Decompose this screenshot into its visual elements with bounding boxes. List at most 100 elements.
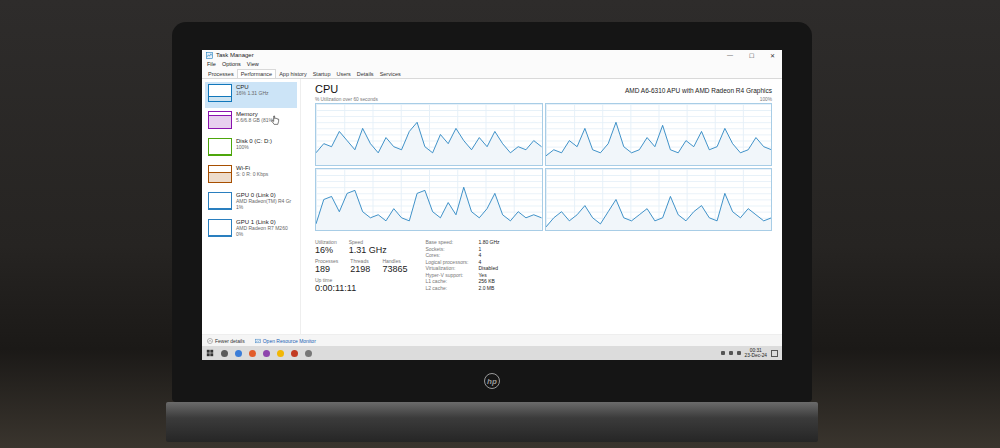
stat-label: Utilization <box>315 239 337 245</box>
sidebar-item-detail: AMD Radeon R7 M260 <box>236 225 288 231</box>
thumbnail-graph <box>208 165 232 183</box>
title-text: Task Manager <box>216 52 254 58</box>
thumbnail-graph <box>208 219 232 237</box>
sidebar-item-detail: 5.6/6.8 GB (81%) <box>236 117 275 123</box>
stat: Utilization 16% <box>315 239 337 255</box>
sidebar-item-detail: S: 0 R: 0 Kbps <box>236 171 268 177</box>
stat-value: 16% <box>315 245 337 255</box>
panel-header: CPU AMD A6-6310 APU with AMD Radeon R4 G… <box>315 83 772 95</box>
taskbar-app-icon[interactable] <box>249 350 256 357</box>
taskbar-app-icon[interactable] <box>277 350 284 357</box>
chevron-up-icon <box>207 338 213 344</box>
stat-label: Handles <box>382 258 407 264</box>
thumbnail-fill <box>209 172 231 182</box>
resource-monitor-link[interactable]: Open Resource Monitor <box>255 338 316 344</box>
taskbar-app-icon[interactable] <box>263 350 270 357</box>
window-control-button[interactable]: ✕ <box>767 52 778 59</box>
core-line <box>316 187 542 224</box>
taskbar-app-icon[interactable] <box>291 350 298 357</box>
sidebar-item[interactable]: GPU 1 (Link 0) AMD Radeon R7 M2600% <box>205 217 297 243</box>
taskbar-app-icon[interactable] <box>235 350 242 357</box>
spec-value: 4 <box>478 252 499 258</box>
network-icon[interactable] <box>721 351 725 355</box>
tab[interactable]: Details <box>354 70 377 78</box>
window-control-button[interactable]: — <box>724 52 736 59</box>
stat-value: 0:00:11:11 <box>315 283 356 293</box>
taskbar-app-icon[interactable] <box>305 350 312 357</box>
tab[interactable]: Services <box>377 70 404 78</box>
sidebar-item-name: Disk 0 (C: D:) <box>236 138 272 144</box>
sidebar-text: Wi-Fi S: 0 R: 0 Kbps <box>236 165 268 177</box>
battery-icon[interactable] <box>737 351 741 355</box>
sidebar-item-name: CPU <box>236 84 269 90</box>
volume-icon[interactable] <box>729 351 733 355</box>
screen: Task Manager — ☐ ✕ File Options View Process… <box>202 50 782 360</box>
thumbnail-graph <box>208 111 232 129</box>
notification-icon[interactable] <box>771 350 778 357</box>
hp-logo: hp <box>484 373 500 389</box>
laptop-lid: Task Manager — ☐ ✕ File Options View Process… <box>172 22 812 402</box>
core-chart <box>316 169 542 230</box>
tab-bar: ProcessesPerformanceApp historyStartupUs… <box>202 68 782 79</box>
laptop-base <box>166 402 818 442</box>
spec-label: L2 cache: <box>425 285 468 291</box>
thumbnail-fill <box>209 115 231 128</box>
fewer-details-text: Fewer details <box>215 338 245 344</box>
stat-value: 189 <box>315 264 338 274</box>
window-control-button[interactable]: ☐ <box>746 52 757 59</box>
tab[interactable]: App history <box>276 70 310 78</box>
thumbnail-graph <box>208 84 232 102</box>
graph-label: % Utilization over 60 seconds <box>315 97 378 102</box>
laptop: Task Manager — ☐ ✕ File Options View Process… <box>172 22 812 442</box>
stat-label: Up time <box>315 277 356 283</box>
tab[interactable]: Performance <box>237 69 277 78</box>
menu-item[interactable]: View <box>247 61 259 67</box>
window-controls: — ☐ ✕ <box>724 52 778 59</box>
taskbar-app-icon[interactable] <box>221 350 228 357</box>
task-manager-window: Task Manager — ☐ ✕ File Options View Process… <box>202 50 782 346</box>
thumbnail-fill <box>209 208 231 209</box>
clock[interactable]: 00:31 23-Dec-24 <box>745 348 767 359</box>
menu-item[interactable]: Options <box>222 61 241 67</box>
core-graph <box>315 168 543 231</box>
stats: Utilization 16%Speed 1.31 GHzProcesses 1… <box>315 239 407 293</box>
core-line <box>316 122 542 153</box>
title: Task Manager <box>206 52 254 59</box>
graph-labels: % Utilization over 60 seconds 100% <box>315 95 772 103</box>
stat-row: Up time 0:00:11:11 <box>315 277 407 293</box>
tab[interactable]: Processes <box>205 70 237 78</box>
menu-item[interactable]: File <box>207 61 216 67</box>
photo-scene: Task Manager — ☐ ✕ File Options View Process… <box>0 0 1000 448</box>
task-manager-icon <box>206 52 213 59</box>
taskbar-apps <box>206 349 312 357</box>
core-graph <box>545 103 773 166</box>
clock-date: 23-Dec-24 <box>745 353 767 358</box>
sidebar-item[interactable]: Memory 5.6/6.8 GB (81%) <box>205 109 297 135</box>
hand-cursor-icon <box>271 115 280 126</box>
thumbnail-fill <box>209 235 231 236</box>
sidebar-item-detail: 1% <box>236 204 291 210</box>
spec-value: Yes <box>478 272 499 278</box>
clock-time: 00:31 <box>750 348 762 353</box>
tab[interactable]: Startup <box>310 70 334 78</box>
core-area <box>316 187 542 230</box>
tab[interactable]: Users <box>333 70 353 78</box>
spec-value: Disabled <box>478 265 499 271</box>
spec-value: 256 KB <box>478 278 499 284</box>
stat-row: Processes 189Threads 2198Handles 73865 <box>315 258 407 274</box>
spec-label: Cores: <box>425 252 468 258</box>
spec-label: Base speed: <box>425 239 468 245</box>
panel-title: CPU <box>315 83 338 95</box>
sidebar-item[interactable]: CPU 16% 1.31 GHz <box>205 82 297 108</box>
stat-label: Threads <box>350 258 370 264</box>
fewer-details-button[interactable]: Fewer details <box>207 338 245 344</box>
sidebar-item[interactable]: Disk 0 (C: D:) 100% <box>205 136 297 162</box>
laptop-chin: hp <box>202 360 782 402</box>
sidebar-item[interactable]: Wi-Fi S: 0 R: 0 Kbps <box>205 163 297 189</box>
stat: Handles 73865 <box>382 258 407 274</box>
sidebar-text: Disk 0 (C: D:) 100% <box>236 138 272 150</box>
resource-monitor-icon <box>255 338 261 344</box>
sidebar-item-name: GPU 1 (Link 0) <box>236 219 288 225</box>
windows-start-icon[interactable] <box>206 349 214 357</box>
sidebar-item[interactable]: GPU 0 (Link 0) AMD Radeon(TM) R4 Gr1% <box>205 190 297 216</box>
